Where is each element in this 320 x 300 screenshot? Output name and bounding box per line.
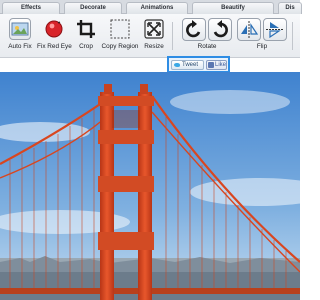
like-button[interactable]: Like	[206, 60, 227, 70]
fix-red-eye-button[interactable]: Fix Red Eye	[37, 17, 72, 55]
thumbs-up-icon	[208, 62, 214, 68]
auto-fix-label: Auto Fix	[8, 43, 32, 50]
flip-horizontal-icon[interactable]	[237, 18, 261, 41]
crop-button[interactable]: Crop	[72, 17, 100, 55]
flip-label: Flip	[256, 43, 268, 50]
copy-region-label: Copy Region	[101, 43, 139, 50]
tab-beautify[interactable]: Beautify	[192, 2, 274, 14]
resize-button[interactable]: Resize	[141, 17, 167, 55]
rotate-right-icon[interactable]	[208, 18, 232, 41]
auto-fix-icon	[9, 18, 31, 40]
tab-animations[interactable]: Animations	[126, 2, 188, 14]
crop-icon	[76, 19, 96, 39]
share-buttons: Tweet Like	[167, 56, 230, 73]
rotate-label: Rotate	[197, 43, 217, 50]
fix-red-eye-label: Fix Red Eye	[37, 43, 72, 50]
tab-effects[interactable]: Effects	[2, 2, 60, 14]
tab-display[interactable]: Dis	[278, 2, 302, 14]
copy-region-button[interactable]: Copy Region	[100, 17, 140, 55]
edit-toolbar: Auto Fix Fix Red Eye Crop Copy Region Re…	[0, 14, 300, 58]
tweet-button[interactable]: Tweet	[171, 60, 204, 70]
red-eye-icon	[44, 19, 64, 39]
rotate-group[interactable]: Rotate	[180, 17, 234, 55]
share-strip	[0, 58, 300, 72]
resize-label: Resize	[144, 43, 164, 50]
tab-decorate[interactable]: Decorate	[64, 2, 122, 14]
resize-icon	[144, 19, 164, 39]
flip-vertical-icon[interactable]	[263, 18, 287, 41]
flip-group[interactable]: Flip	[236, 17, 288, 55]
rotate-left-icon[interactable]	[182, 18, 206, 41]
toolbar-divider	[292, 22, 293, 50]
crop-label: Crop	[79, 43, 93, 50]
tweet-label: Tweet	[182, 62, 199, 68]
auto-fix-button[interactable]: Auto Fix	[4, 17, 36, 55]
toolbar-divider	[172, 22, 173, 50]
copy-region-icon	[110, 19, 130, 39]
twitter-bird-icon	[174, 63, 180, 67]
bridge-photo	[0, 72, 300, 300]
editor-tab-bar: Effects Decorate Animations Beautify Dis	[0, 0, 302, 14]
photo-canvas[interactable]	[0, 72, 300, 300]
like-label: Like	[215, 62, 227, 68]
